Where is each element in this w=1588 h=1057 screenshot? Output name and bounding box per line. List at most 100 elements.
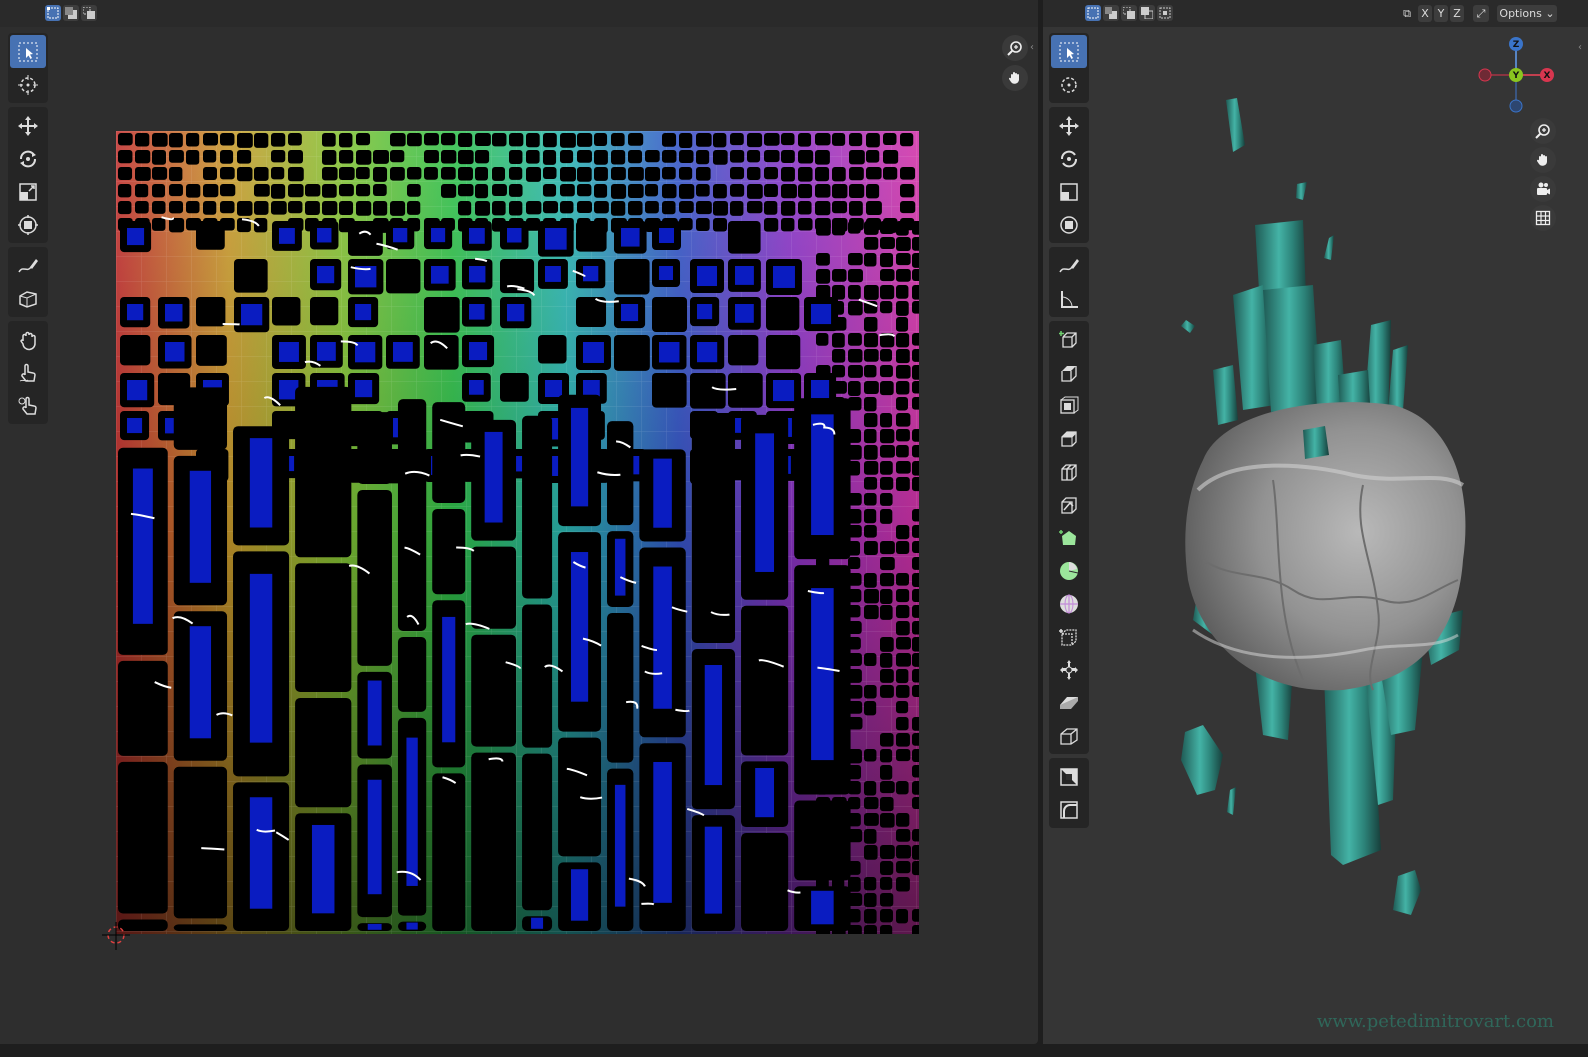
subtract-select-icon — [1159, 7, 1171, 19]
uv-islands-svg — [116, 131, 919, 934]
extrude-icon — [1061, 365, 1077, 382]
viewport-toolbar — [1049, 33, 1089, 832]
vp-transform-tool[interactable] — [1051, 208, 1087, 241]
mirror-y-button[interactable]: Y — [1434, 5, 1448, 22]
mirror-z-button[interactable]: Z — [1450, 5, 1464, 22]
vp-vertex-select-button[interactable] — [1085, 5, 1101, 21]
gizmo-neg-x-axis[interactable] — [1478, 68, 1492, 82]
select-box-icon — [1059, 42, 1079, 61]
vertex-select-button[interactable] — [45, 5, 61, 21]
rip-tool[interactable] — [10, 282, 46, 315]
3d-viewport-area[interactable]: ⧉ X Y Z ⤢ Options ⌄ Z X Y ‹ www.petedimi… — [1043, 0, 1588, 1044]
transform-tool[interactable] — [10, 208, 46, 241]
mirror-toggle-icon[interactable]: ⧉ — [1398, 5, 1416, 22]
vp-pan-button[interactable] — [1530, 147, 1556, 173]
uv-selection-modes — [45, 5, 97, 21]
annotate-icon — [1059, 258, 1079, 272]
crystal-rock-model[interactable] — [1163, 90, 1493, 930]
vp-extend-select-button[interactable] — [1139, 5, 1155, 21]
vp-knife-tool[interactable] — [1051, 488, 1087, 521]
rotate-icon — [1061, 150, 1077, 167]
move-icon — [1059, 115, 1079, 136]
mirror-x-label: X — [1421, 7, 1429, 20]
scale-tool[interactable] — [10, 175, 46, 208]
pan-icon — [1536, 154, 1547, 166]
move-icon — [18, 115, 38, 136]
scale-icon — [19, 182, 37, 201]
vp-shear-tool[interactable] — [1051, 686, 1087, 719]
extend-select-icon — [1141, 7, 1153, 19]
vp-select-box-tool[interactable] — [1051, 35, 1087, 68]
options-dropdown[interactable]: Options ⌄ — [1497, 5, 1557, 22]
vp-add-cube-tool[interactable] — [1051, 323, 1087, 356]
vp-bevel-tool[interactable] — [1051, 422, 1087, 455]
mirror-y-label: Y — [1437, 7, 1445, 20]
uv-editor-area[interactable]: ‹ — [0, 0, 1038, 1044]
vp-measure-tool[interactable] — [1051, 282, 1087, 315]
snap-toggle-icon[interactable]: ⤢ — [1473, 5, 1489, 22]
rotate-tool[interactable] — [10, 142, 46, 175]
camera-icon — [1537, 182, 1550, 195]
vp-shrink-fatten-tool[interactable] — [1051, 653, 1087, 686]
select-box-tool[interactable] — [10, 35, 46, 68]
edge-select-button[interactable] — [63, 5, 79, 21]
vp-grid-button[interactable] — [1530, 205, 1556, 231]
vp-extrude-tool[interactable] — [1051, 356, 1087, 389]
vp-inset-tool[interactable] — [1051, 389, 1087, 422]
annotate-icon — [18, 258, 38, 272]
uv-texture-canvas[interactable] — [116, 131, 919, 934]
vp-poly-build-tool[interactable] — [1051, 521, 1087, 554]
vp-edge-slide-tool[interactable] — [1051, 620, 1087, 653]
mirror-x-button[interactable]: X — [1418, 5, 1432, 22]
vp-spin-tool[interactable] — [1051, 554, 1087, 587]
poly-build-icon — [1059, 529, 1076, 545]
grab-icon — [20, 331, 36, 350]
grab-tool[interactable] — [10, 323, 46, 356]
uv-zoom-button[interactable] — [1002, 35, 1028, 61]
pinch-icon — [18, 396, 37, 415]
vp-face-select-button[interactable] — [1121, 5, 1137, 21]
face-select-icon — [83, 7, 95, 19]
vp-smooth-tool[interactable] — [1051, 587, 1087, 620]
vp-scale-tool[interactable] — [1051, 175, 1087, 208]
relax-tool[interactable] — [10, 356, 46, 389]
vp-edge-select-button[interactable] — [1103, 5, 1119, 21]
chevron-down-icon: ⌄ — [1545, 7, 1555, 20]
gizmo-y-label: Y — [1512, 71, 1520, 81]
vp-annotate-tool[interactable] — [1051, 249, 1087, 282]
transform-icon — [18, 214, 38, 235]
uv-pan-button[interactable] — [1002, 65, 1028, 91]
vp-subtract-select-button[interactable] — [1157, 5, 1173, 21]
cursor-icon — [1061, 76, 1077, 93]
vp-zoom-button[interactable] — [1530, 118, 1556, 144]
vp-cursor-tool[interactable] — [1051, 68, 1087, 101]
vp-sidebar-toggle-icon[interactable]: ‹ — [1578, 42, 1582, 53]
vertex-select-icon — [1087, 7, 1099, 19]
vp-rip-edge-tool[interactable] — [1051, 793, 1087, 826]
vp-to-sphere-tool[interactable] — [1051, 760, 1087, 793]
face-select-button[interactable] — [81, 5, 97, 21]
vp-loop-cut-tool[interactable] — [1051, 455, 1087, 488]
cursor-tool[interactable] — [10, 68, 46, 101]
vp-move-tool[interactable] — [1051, 109, 1087, 142]
zoom-icon — [1535, 124, 1550, 139]
inset-icon — [1060, 396, 1079, 414]
edge-select-icon — [65, 7, 77, 19]
to-sphere-icon — [1060, 767, 1078, 786]
vertex-select-icon — [47, 7, 59, 19]
pinch-tool[interactable] — [10, 389, 46, 422]
gizmo-neg-z-axis[interactable] — [1509, 99, 1523, 113]
relax-icon — [19, 363, 36, 382]
select-box-icon — [18, 42, 38, 61]
vp-rotate-tool[interactable] — [1051, 142, 1087, 175]
annotate-tool[interactable] — [10, 249, 46, 282]
rotate-icon — [20, 150, 36, 167]
watermark-text: www.petedimitrovart.com — [1316, 1011, 1554, 1032]
move-tool[interactable] — [10, 109, 46, 142]
sidebar-toggle-icon[interactable]: ‹ — [1030, 42, 1034, 53]
uv-editor-header — [0, 0, 1038, 27]
vp-camera-button[interactable] — [1530, 176, 1556, 202]
vp-rip-region-tool[interactable] — [1051, 719, 1087, 752]
add-cube-icon — [1059, 330, 1077, 348]
uv-2d-cursor-icon[interactable] — [100, 920, 132, 952]
